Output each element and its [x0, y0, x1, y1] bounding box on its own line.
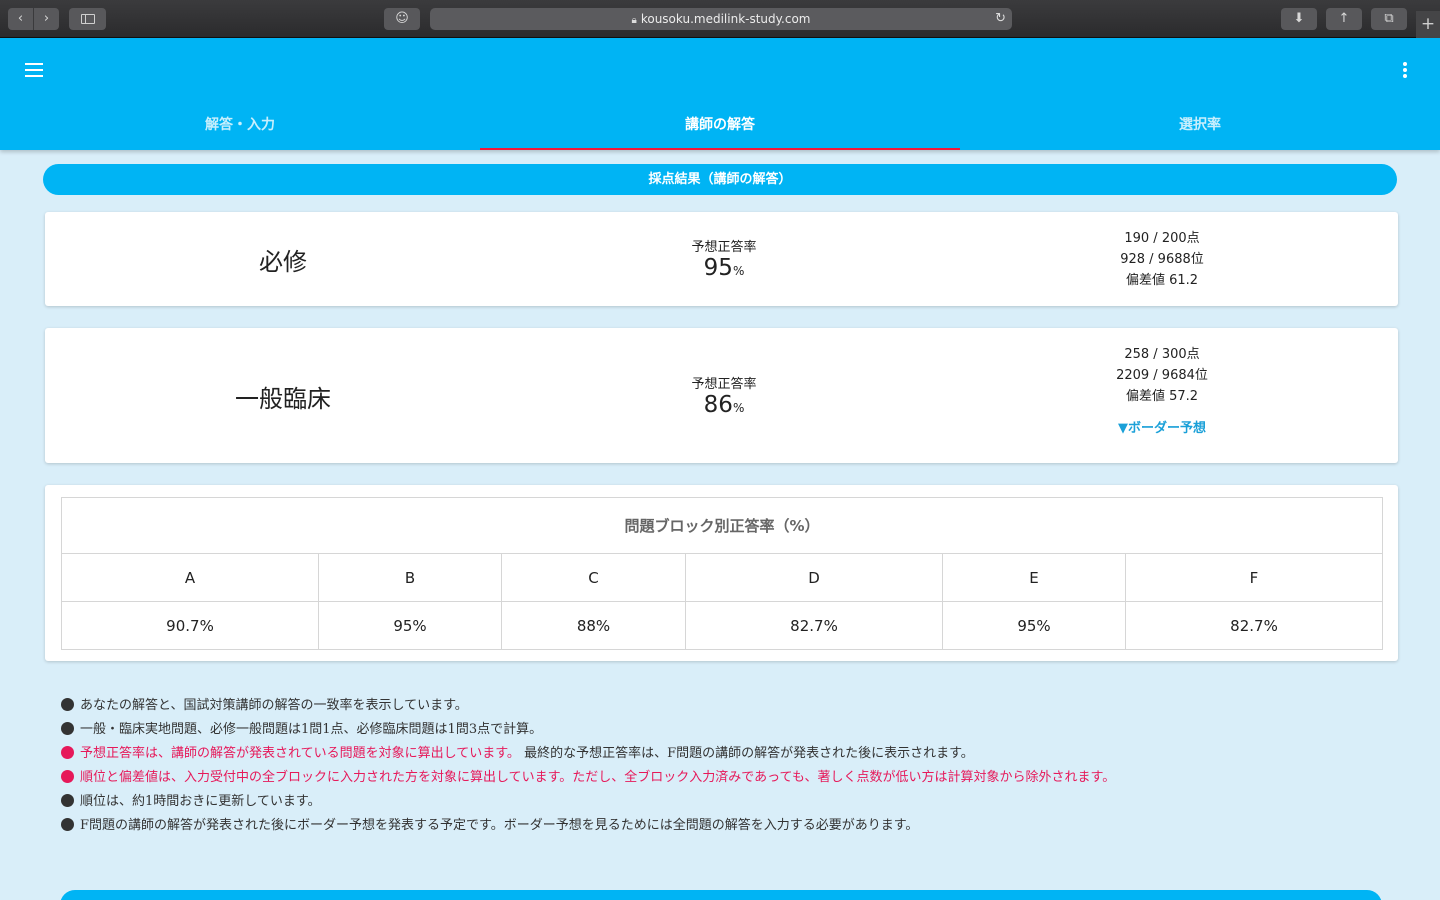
tab-answer-input[interactable]: 解答・入力 [0, 102, 480, 150]
note-text: 順位は、約1時間おきに更新しています。 [80, 794, 321, 809]
predicted-rate: 予想正答率 86% [624, 373, 824, 418]
next-section-header [60, 890, 1382, 900]
deviation-text: 偏差値 57.2 [1125, 389, 1199, 404]
table-header-row: A B C D E F [61, 553, 1383, 602]
tab-selection-rate[interactable]: 選択率 [960, 102, 1440, 150]
rank-text: 928 / 9688位 [1120, 252, 1204, 267]
bullet-icon [61, 698, 74, 711]
table-cell: 95% [942, 601, 1126, 650]
column-header: A [61, 553, 319, 602]
bullet-icon [61, 746, 74, 759]
border-forecast-link[interactable]: ▼ボーダー予想 [1062, 417, 1262, 436]
score-stats: 190 / 200点 928 / 9688位 偏差値 61.2 [1062, 228, 1262, 291]
points-text: 190 / 200点 [1124, 231, 1200, 246]
tab-instructor-answers[interactable]: 講師の解答 [480, 102, 960, 150]
note-extra-text: 最終的な予想正答率は、F問題の講師の解答が発表された後に表示されます。 [524, 746, 974, 761]
block-accuracy-card: 問題ブロック別正答率（%） A B C D E F 90.7% 95% 88% … [45, 485, 1398, 661]
sidebar-icon [80, 14, 95, 24]
more-options-icon[interactable] [1403, 62, 1409, 78]
note-text: 一般・臨床実地問題、必修一般問題は1問1点、必修臨床問題は1問3点で計算。 [80, 722, 543, 737]
history-nav: ‹ › [8, 8, 59, 30]
column-header: F [1125, 553, 1383, 602]
share-icon[interactable]: ↑ [1326, 8, 1362, 30]
column-header: D [685, 553, 943, 602]
download-icon[interactable]: ⬇ [1281, 8, 1317, 30]
address-bar[interactable]: 🔒︎ kousoku.medilink-study.com ↻ [430, 8, 1012, 30]
column-header: C [501, 553, 686, 602]
score-card-general-clinical: 一般臨床 予想正答率 86% 258 / 300点 2209 / 9684位 偏… [45, 328, 1398, 463]
table-cell: 88% [501, 601, 686, 650]
tab-overview-icon[interactable]: ⧉ [1371, 8, 1407, 30]
list-item: 一般・臨床実地問題、必修一般問題は1問1点、必修臨床問題は1問3点で計算。 [61, 721, 1401, 745]
score-stats: 258 / 300点 2209 / 9684位 偏差値 57.2 [1062, 344, 1262, 407]
chevron-left-icon[interactable]: ‹ [8, 8, 34, 30]
predicted-rate: 予想正答率 95% [624, 236, 824, 281]
note-text: 順位と偏差値は、入力受付中の全ブロックに入力された方を対象に算出しています。ただ… [80, 770, 1116, 785]
table-row: 90.7% 95% 88% 82.7% 95% 82.7% [61, 601, 1383, 650]
note-text: あなたの解答と、国試対策講師の解答の一致率を表示しています。 [80, 698, 468, 713]
table-cell: 90.7% [61, 601, 319, 650]
rate-value: 95 [703, 255, 733, 281]
points-text: 258 / 300点 [1124, 347, 1200, 362]
rate-unit: % [732, 401, 745, 415]
app-header: 解答・入力 講師の解答 選択率 [0, 38, 1440, 150]
notes-list: あなたの解答と、国試対策講師の解答の一致率を表示しています。 一般・臨床実地問題… [61, 697, 1401, 841]
column-header: E [942, 553, 1126, 602]
result-section-header: 採点結果（講師の解答） [43, 164, 1397, 195]
bullet-icon [61, 794, 74, 807]
table-caption: 問題ブロック別正答率（%） [61, 497, 1383, 554]
bullet-icon [61, 722, 74, 735]
list-item: F問題の講師の解答が発表された後にボーダー予想を発表する予定です。ボーダー予想を… [61, 817, 1401, 841]
hamburger-menu-icon[interactable] [25, 63, 43, 77]
score-card-required: 必修 予想正答率 95% 190 / 200点 928 / 9688位 偏差値 … [45, 212, 1398, 306]
browser-toolbar: ‹ › ☺ 🔒︎ kousoku.medilink-study.com ↻ ⬇ ↑… [0, 0, 1440, 38]
rate-label: 予想正答率 [691, 377, 757, 392]
list-item: 順位は、約1時間おきに更新しています。 [61, 793, 1401, 817]
bullet-icon [61, 818, 74, 831]
rank-text: 2209 / 9684位 [1116, 368, 1208, 383]
tab-bar: 解答・入力 講師の解答 選択率 [0, 102, 1440, 150]
reload-icon[interactable]: ↻ [995, 8, 1006, 30]
chevron-right-icon[interactable]: › [34, 8, 59, 30]
subject-title: 必修 [259, 248, 307, 276]
rate-label: 予想正答率 [691, 240, 757, 255]
block-accuracy-table: 問題ブロック別正答率（%） A B C D E F 90.7% 95% 88% … [61, 497, 1383, 650]
url-text: kousoku.medilink-study.com [640, 12, 811, 26]
bullet-icon [61, 770, 74, 783]
table-cell: 82.7% [685, 601, 943, 650]
table-cell: 82.7% [1125, 601, 1383, 650]
list-item: 予想正答率は、講師の解答が発表されている問題を対象に算出しています。 最終的な予… [61, 745, 1401, 769]
list-item: あなたの解答と、国試対策講師の解答の一致率を表示しています。 [61, 697, 1401, 721]
list-item: 順位と偏差値は、入力受付中の全ブロックに入力された方を対象に算出しています。ただ… [61, 769, 1401, 793]
deviation-text: 偏差値 61.2 [1125, 273, 1199, 288]
rate-value: 86 [703, 392, 733, 418]
new-tab-icon[interactable]: + [1416, 11, 1440, 38]
subject-title: 一般臨床 [235, 385, 331, 413]
lock-icon: 🔒︎ [631, 15, 637, 26]
note-text: F問題の講師の解答が発表された後にボーダー予想を発表する予定です。ボーダー予想を… [80, 818, 919, 833]
rate-unit: % [732, 264, 745, 278]
column-header: B [318, 553, 502, 602]
incognito-icon[interactable]: ☺ [384, 8, 420, 30]
sidebar-toggle-button[interactable] [69, 8, 106, 30]
table-cell: 95% [318, 601, 502, 650]
note-text: 予想正答率は、講師の解答が発表されている問題を対象に算出しています。 [80, 746, 520, 761]
